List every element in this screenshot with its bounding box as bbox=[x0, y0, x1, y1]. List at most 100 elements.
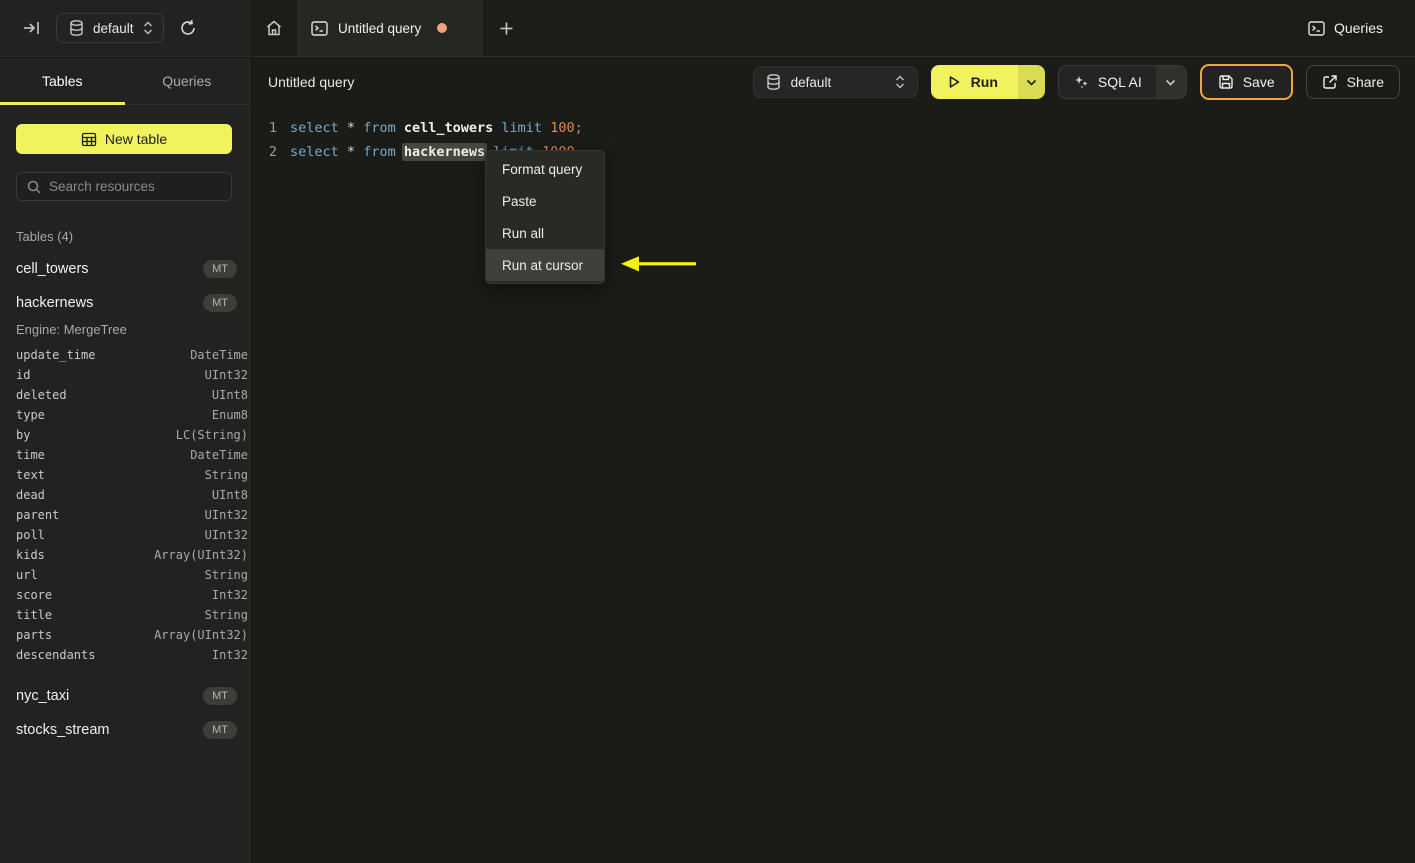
sidebar-tabs: Tables Queries bbox=[0, 58, 249, 105]
sql-table-name-highlighted: hackernews bbox=[401, 143, 488, 161]
table-row-nyc-taxi[interactable]: nyc_taxi MT bbox=[16, 687, 249, 705]
sidebar-tab-queries[interactable]: Queries bbox=[125, 58, 250, 104]
search-icon bbox=[27, 180, 41, 194]
column-row[interactable]: kids Array(UInt32) bbox=[16, 545, 248, 565]
column-row[interactable]: parent UInt32 bbox=[16, 505, 248, 525]
column-type: Int32 bbox=[211, 588, 248, 602]
database-icon bbox=[69, 20, 84, 36]
code-text: select * from cell_towers limit 100; bbox=[290, 116, 583, 140]
column-name: parent bbox=[16, 508, 60, 522]
table-name: hackernews bbox=[16, 295, 94, 311]
column-name: title bbox=[16, 608, 53, 622]
tab-strip: Untitled query bbox=[250, 0, 529, 56]
column-type: Int32 bbox=[211, 648, 248, 662]
column-row[interactable]: type Enum8 bbox=[16, 405, 248, 425]
top-bar-left: default bbox=[0, 0, 250, 56]
collapse-sidebar-button[interactable] bbox=[22, 18, 42, 38]
annotation-arrow-icon bbox=[612, 250, 707, 278]
table-row-cell-towers[interactable]: cell_towers MT bbox=[16, 260, 249, 278]
sql-ai-button-label: SQL AI bbox=[1097, 74, 1142, 90]
column-type: String bbox=[204, 608, 248, 622]
code-line-1[interactable]: 1 select * from cell_towers limit 100; bbox=[251, 116, 1415, 140]
column-row[interactable]: text String bbox=[16, 465, 248, 485]
table-name: nyc_taxi bbox=[16, 688, 70, 704]
column-type: UInt32 bbox=[204, 528, 248, 542]
column-name: update_time bbox=[16, 348, 96, 362]
queries-button-label: Queries bbox=[1333, 20, 1383, 36]
sidebar-tab-tables[interactable]: Tables bbox=[0, 58, 125, 105]
column-row[interactable]: deleted UInt8 bbox=[16, 385, 248, 405]
column-row[interactable]: parts Array(UInt32) bbox=[16, 625, 248, 645]
queries-button[interactable]: Queries bbox=[1308, 0, 1383, 56]
sql-star: * bbox=[346, 144, 356, 160]
database-selector-value: default bbox=[93, 20, 134, 36]
editor-context-menu: Format query Paste Run all Run at cursor bbox=[485, 150, 605, 284]
search-box bbox=[16, 172, 232, 201]
refresh-button[interactable] bbox=[177, 17, 199, 39]
column-row[interactable]: descendants Int32 bbox=[16, 645, 248, 665]
column-type: String bbox=[204, 568, 248, 582]
column-row[interactable]: url String bbox=[16, 565, 248, 585]
context-menu-item-paste[interactable]: Paste bbox=[486, 185, 604, 217]
column-row[interactable]: update_time DateTime bbox=[16, 345, 248, 365]
column-row[interactable]: time DateTime bbox=[16, 445, 248, 465]
save-button-label: Save bbox=[1242, 74, 1275, 90]
context-menu-item-format-query[interactable]: Format query bbox=[486, 153, 604, 185]
context-menu-item-run-at-cursor[interactable]: Run at cursor bbox=[486, 249, 604, 281]
chevron-down-icon bbox=[1165, 79, 1176, 86]
updown-chevron-icon bbox=[895, 75, 905, 89]
column-row[interactable]: poll UInt32 bbox=[16, 525, 248, 545]
column-type: Array(UInt32) bbox=[154, 548, 248, 562]
play-icon bbox=[947, 75, 961, 89]
toolbar-database-selector[interactable]: default bbox=[752, 66, 918, 98]
run-button[interactable]: Run bbox=[930, 65, 1018, 99]
save-button[interactable]: Save bbox=[1199, 64, 1293, 100]
column-type: DateTime bbox=[190, 448, 248, 462]
column-row[interactable]: id UInt32 bbox=[16, 365, 248, 385]
sql-keyword: select bbox=[290, 120, 339, 136]
toolbar-database-value: default bbox=[790, 74, 832, 90]
column-name: text bbox=[16, 468, 45, 482]
table-row-stocks-stream[interactable]: stocks_stream MT bbox=[16, 721, 249, 739]
run-split-button: Run bbox=[930, 65, 1045, 99]
context-menu-item-label: Run all bbox=[502, 225, 545, 241]
column-type: UInt8 bbox=[211, 488, 248, 502]
column-name: id bbox=[16, 368, 31, 382]
column-row[interactable]: score Int32 bbox=[16, 585, 248, 605]
table-row-hackernews[interactable]: hackernews MT bbox=[16, 294, 249, 312]
sidebar-table-list: Tables (4) cell_towers MT hackernews MT … bbox=[0, 216, 249, 863]
context-menu-item-run-all[interactable]: Run all bbox=[486, 217, 604, 249]
line-number: 1 bbox=[268, 120, 277, 136]
table-engine-info: Engine: MergeTree bbox=[16, 322, 127, 337]
sql-ai-button[interactable]: SQL AI bbox=[1059, 66, 1156, 98]
share-button[interactable]: Share bbox=[1305, 65, 1400, 99]
search-input[interactable] bbox=[49, 179, 221, 194]
sql-star: * bbox=[346, 120, 356, 136]
table-grid-icon bbox=[81, 132, 97, 147]
column-row[interactable]: title String bbox=[16, 605, 248, 625]
plus-icon bbox=[499, 21, 514, 36]
tab-untitled-query[interactable]: Untitled query bbox=[297, 0, 483, 56]
sql-keyword: from bbox=[363, 120, 396, 136]
home-button[interactable] bbox=[250, 0, 297, 56]
column-type: Enum8 bbox=[211, 408, 248, 422]
column-name: deleted bbox=[16, 388, 67, 402]
sql-semicolon: ; bbox=[574, 120, 583, 136]
column-name: dead bbox=[16, 488, 45, 502]
share-icon bbox=[1322, 74, 1338, 90]
column-row[interactable]: by LC(String) bbox=[16, 425, 248, 445]
save-icon bbox=[1218, 74, 1234, 90]
new-table-button[interactable]: New table bbox=[16, 124, 232, 154]
refresh-icon bbox=[179, 19, 197, 37]
database-selector[interactable]: default bbox=[56, 13, 164, 43]
column-type: UInt32 bbox=[204, 368, 248, 382]
sql-editor[interactable]: 1 select * from cell_towers limit 100; 2… bbox=[251, 106, 1415, 863]
code-line-2[interactable]: 2 select * from hackernews limit 1000 bbox=[251, 140, 1415, 164]
column-name: url bbox=[16, 568, 38, 582]
column-row[interactable]: dead UInt8 bbox=[16, 485, 248, 505]
run-options-button[interactable] bbox=[1017, 65, 1045, 99]
new-tab-button[interactable] bbox=[483, 0, 529, 56]
sql-ai-split-button: SQL AI bbox=[1057, 65, 1187, 99]
sql-ai-options-button[interactable] bbox=[1155, 66, 1186, 98]
top-bar: default Untitled query Queries bbox=[0, 0, 1415, 57]
